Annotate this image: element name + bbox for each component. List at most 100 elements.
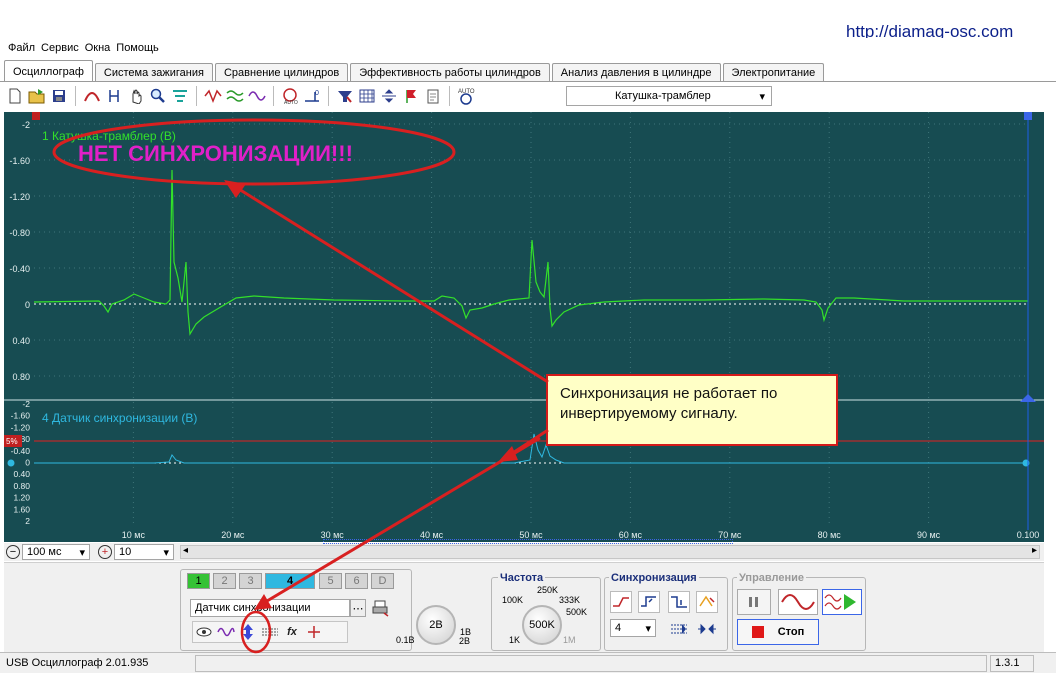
toolbar-separator — [273, 86, 274, 106]
run-button[interactable] — [822, 589, 862, 615]
overlay-icon[interactable] — [246, 85, 268, 107]
ch4-tick-label: -0.40 — [11, 446, 31, 456]
right-cursor-handle[interactable] — [1024, 112, 1032, 120]
freq-label-1k: 1K — [509, 635, 521, 645]
channel4-label: 4 Датчик синхронизации (В) — [42, 411, 197, 425]
zoom-scale-icon[interactable]: + — [98, 545, 112, 559]
zoom-icon[interactable] — [147, 85, 169, 107]
level-icon[interactable] — [259, 621, 281, 643]
trigger-marker-label: 5% — [6, 437, 18, 446]
status-bar: USB Осциллограф 2.01.935 1.3.1 — [0, 652, 1056, 673]
cursor-icon[interactable] — [103, 85, 125, 107]
frequency-knob[interactable]: 500K — [522, 605, 562, 645]
channel-2-button[interactable]: 2 — [213, 573, 236, 589]
channel-3-button[interactable]: 3 — [239, 573, 262, 589]
ch4-tick-label: 0.80 — [13, 481, 30, 491]
driver-version-label: 1.3.1 — [990, 654, 1034, 672]
cursor-sync-icon[interactable] — [303, 621, 325, 643]
sensor-field[interactable]: Датчик синхронизации — [190, 599, 350, 617]
zoom-value: 10 — [119, 546, 132, 558]
time-tick-label: 90 мс — [917, 530, 941, 540]
auto-setup-icon[interactable]: AUTO — [455, 85, 477, 107]
scope-plot: -2-1.60-1.20-0.80-0.4000.400.80 -2-1.60-… — [4, 112, 1044, 540]
preset-select[interactable]: Катушка-трамблер ▾ — [566, 86, 772, 106]
channel-4-button[interactable]: 4 — [265, 573, 315, 589]
channel-6-button[interactable]: 6 — [345, 573, 368, 589]
open-icon[interactable] — [26, 85, 48, 107]
channel-1-button[interactable]: 1 — [187, 573, 210, 589]
printer-icon[interactable] — [372, 599, 390, 617]
notes-icon[interactable] — [422, 85, 444, 107]
sync-title: Синхронизация — [609, 572, 699, 584]
multiwave-icon[interactable] — [224, 85, 246, 107]
ch4-tick-label: -1.20 — [11, 422, 31, 432]
zero-icon[interactable]: 0 — [301, 85, 323, 107]
menu-help[interactable]: Помощь — [116, 42, 159, 54]
time-scale-icon[interactable]: − — [6, 545, 20, 559]
split-icon[interactable] — [378, 85, 400, 107]
tab-cylinder-efficiency[interactable]: Эффективность работы цилиндров — [350, 63, 550, 82]
time-tick-label: 20 мс — [221, 530, 245, 540]
function-icon[interactable]: fx — [281, 621, 303, 643]
tab-pressure-analysis[interactable]: Анализ давления в цилиндре — [551, 63, 721, 82]
toolbar-separator — [196, 86, 197, 106]
left-cursor-handle[interactable] — [32, 112, 40, 120]
sync-edge-icon[interactable] — [668, 591, 690, 613]
sync-channel-select[interactable]: 4 ▾ — [610, 619, 656, 637]
sync-level-icon[interactable] — [668, 618, 690, 640]
wave-icon[interactable] — [202, 85, 224, 107]
channel-5-button[interactable]: 5 — [319, 573, 342, 589]
scroll-left-icon[interactable]: ◂ — [183, 545, 188, 556]
sync-rising-icon[interactable] — [610, 591, 632, 613]
channel4-trace — [34, 433, 1028, 464]
scope-display[interactable]: -2 -1.60 -1.20 -0.80 -0.40 0 0.40 0.80 -2 -1.60-… — [4, 112, 1044, 542]
grid-icon[interactable] — [356, 85, 378, 107]
new-icon[interactable] — [4, 85, 26, 107]
time-scale-select[interactable]: 100 мс ▾ — [22, 544, 90, 560]
filter-icon[interactable] — [169, 85, 191, 107]
status-cell — [195, 654, 987, 672]
measure-icon[interactable] — [81, 85, 103, 107]
tab-cylinder-compare[interactable]: Сравнение цилиндров — [214, 63, 349, 82]
main-toolbar: AUTO 0 AUTO — [4, 84, 1048, 108]
time-tick-label: 80 мс — [818, 530, 842, 540]
voltage-knob[interactable]: 2В — [416, 605, 456, 645]
menu-file[interactable]: Файл — [8, 42, 35, 54]
scroll-right-icon[interactable]: ▸ — [1032, 545, 1037, 556]
menu-service[interactable]: Сервис — [41, 42, 79, 54]
ch4-tick-label: 0 — [25, 458, 30, 468]
sync-center-icon[interactable] — [696, 618, 718, 640]
ch1-tick-label: 0 — [25, 300, 30, 310]
tab-oscilloscope[interactable]: Осциллограф — [4, 60, 93, 82]
time-tick-label: 0.100 — [1017, 530, 1040, 540]
horizontal-scrollbar[interactable]: ◂ ▸ — [180, 539, 1040, 559]
invert-icon[interactable] — [237, 621, 259, 643]
trigger-icon[interactable] — [334, 85, 356, 107]
channel1-trace — [33, 169, 1028, 336]
menu-windows[interactable]: Окна — [85, 42, 111, 54]
hand-icon[interactable] — [125, 85, 147, 107]
control-title: Управление — [737, 572, 807, 584]
tab-power-supply[interactable]: Электропитание — [722, 63, 825, 82]
time-tick-label: 10 мс — [122, 530, 146, 540]
ch4-zero-marker[interactable] — [7, 459, 15, 467]
zoom-select[interactable]: 10 ▾ — [114, 544, 174, 560]
eye-icon[interactable] — [193, 621, 215, 643]
scrollbar-thumb[interactable] — [323, 539, 733, 544]
pause-button[interactable] — [737, 589, 771, 615]
sync-falling-icon[interactable] — [638, 591, 660, 613]
auto-icon[interactable]: AUTO — [279, 85, 301, 107]
save-icon[interactable] — [48, 85, 70, 107]
sync-auto-icon[interactable] — [696, 591, 718, 613]
sync-channel-value: 4 — [615, 622, 622, 634]
marker-icon[interactable] — [400, 85, 422, 107]
wave-filter-icon[interactable] — [215, 621, 237, 643]
ch4-scroll-up-icon[interactable] — [1020, 394, 1036, 402]
tab-ignition[interactable]: Система зажигания — [94, 63, 213, 82]
channel1-label: 1 Катушка-трамблер (В) — [42, 129, 176, 143]
stop-button[interactable]: Стоп — [737, 619, 819, 645]
sine-mode-button[interactable] — [778, 589, 818, 615]
chevron-down-icon: ▾ — [79, 546, 85, 559]
channel-d-button[interactable]: D — [371, 573, 394, 589]
sensor-browse-button[interactable]: ⋯ — [350, 599, 366, 617]
